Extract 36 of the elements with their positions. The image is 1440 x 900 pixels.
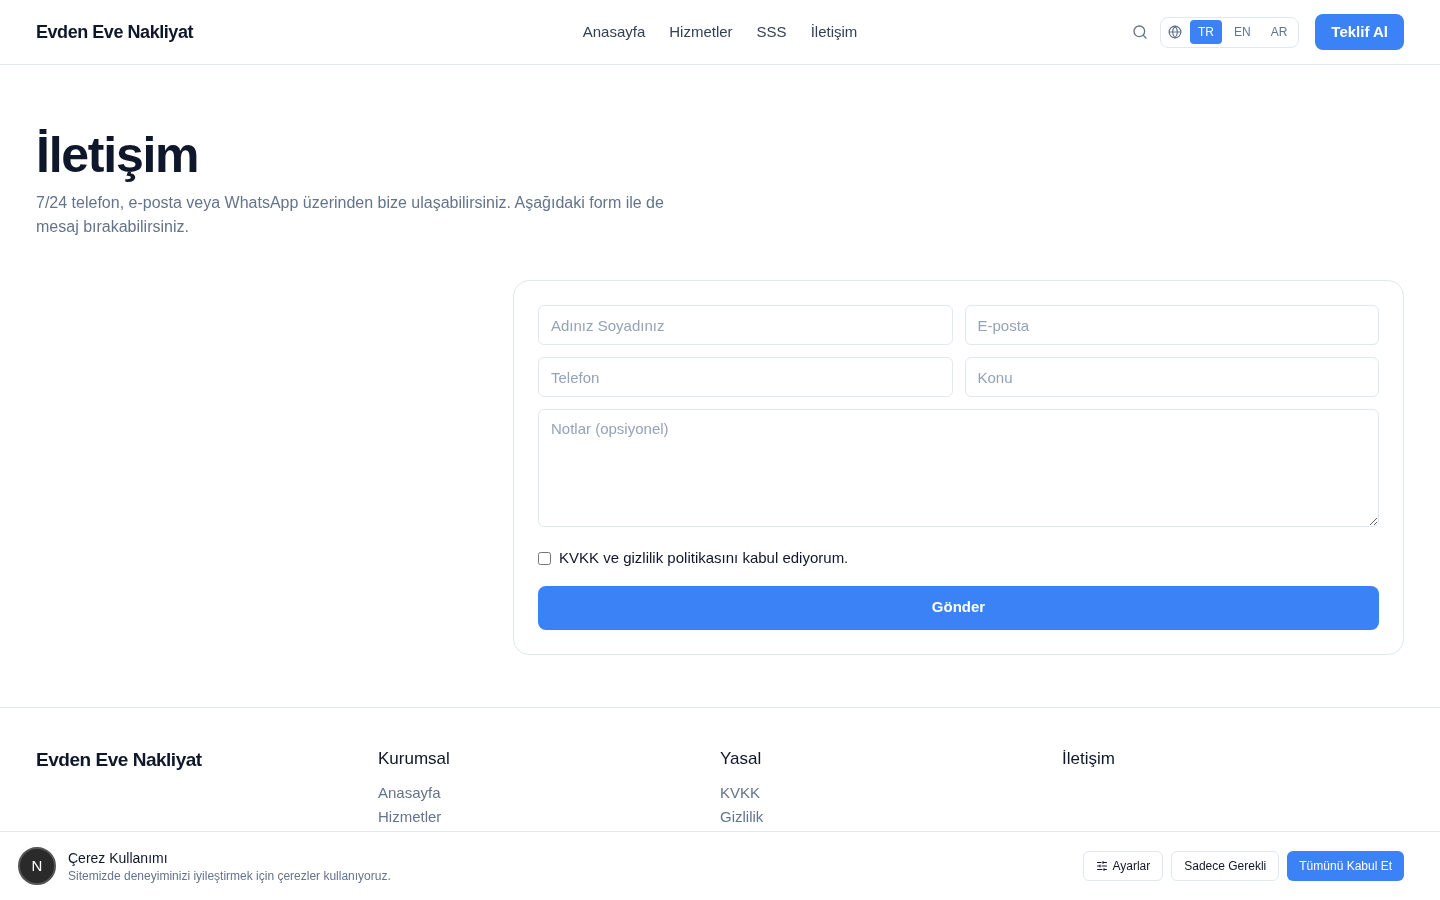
input-field[interactable]: E-posta: [964, 305, 1379, 345]
footer-heading: Yasal: [720, 747, 763, 770]
sliders-icon: [1096, 860, 1109, 872]
dev-badge[interactable]: N: [18, 847, 56, 885]
footer-link[interactable]: Hizmetler: [378, 807, 720, 827]
footer-link[interactable]: Anasayfa: [378, 783, 720, 803]
input-field[interactable]: Telefon: [538, 357, 953, 397]
footer-link[interactable]: Gizlilik: [720, 807, 1062, 827]
footer-brand: Evden Eve Nakliyat: [36, 747, 203, 772]
footer-heading: İletişim: [1062, 747, 1116, 770]
footer-link[interactable]: KVKK: [720, 783, 1062, 803]
language-tab[interactable]: EN: [1226, 20, 1259, 44]
language-tab[interactable]: AR: [1262, 20, 1296, 44]
input-field[interactable]: Konu: [964, 357, 1379, 397]
input-field[interactable]: Adınız Soyadınız: [538, 305, 953, 345]
brand-logo[interactable]: Evden Eve Nakliyat: [36, 21, 193, 42]
accept-all-button[interactable]: Tümünü Kabul Et: [1287, 851, 1404, 881]
necessary-only-button[interactable]: Sadece Gerekli: [1171, 851, 1280, 881]
search-icon[interactable]: [1132, 24, 1148, 40]
nav-link[interactable]: SSS: [756, 20, 787, 44]
consent-label: KVKK ve gizlilik politikasını kabul ediyorum.: [559, 548, 849, 568]
submit-button[interactable]: Gönder: [538, 585, 1379, 630]
settings-button[interactable]: Ayarlar: [1083, 851, 1164, 881]
notes-field[interactable]: Notlar (opsiyonel): [538, 409, 1379, 527]
page-subtitle: 7/24 telefon, e-posta veya WhatsApp üzerinden bize ulaşabilirsiniz. Aşağıdaki form ile de mesaj bırakabilirsiniz.: [36, 193, 665, 237]
nav-link[interactable]: Anasayfa: [582, 20, 646, 44]
quote-button[interactable]: Teklif Al: [1315, 14, 1404, 50]
cookie-title: Çerez Kullanımı: [68, 849, 169, 868]
nav-link[interactable]: Hizmetler: [669, 20, 733, 44]
globe-icon: [1168, 25, 1182, 39]
language-tab[interactable]: TR: [1190, 20, 1222, 44]
nav-link[interactable]: İletişim: [810, 20, 858, 44]
consent-checkbox[interactable]: [538, 551, 551, 565]
cookie-description: Sitemizde deneyiminizi iyileştirmek için çerezler kullanıyoruz.: [68, 868, 391, 884]
footer-heading: Kurumsal: [378, 747, 451, 770]
page-title: İletişim: [36, 126, 200, 185]
